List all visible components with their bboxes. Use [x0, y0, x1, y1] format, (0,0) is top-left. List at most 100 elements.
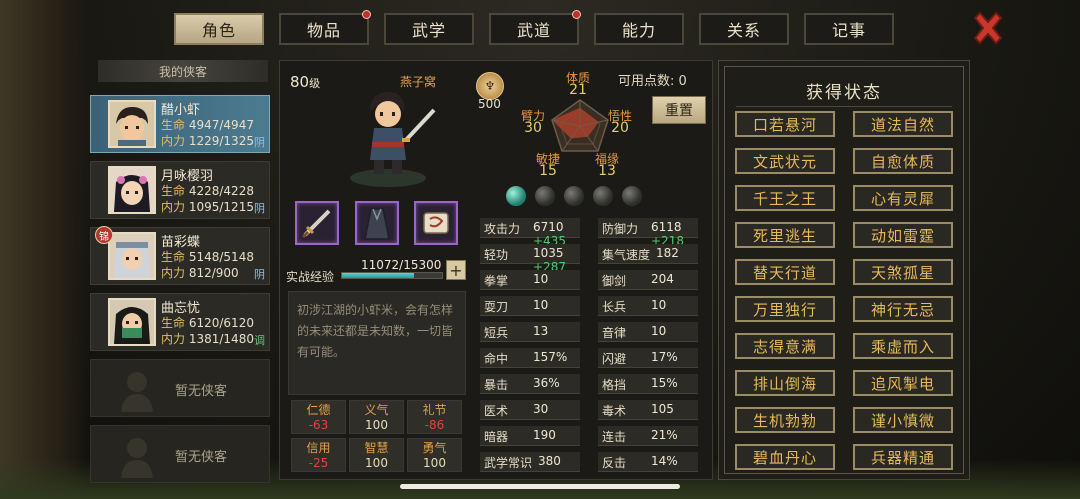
status-badge[interactable]: 兵器精通: [853, 444, 953, 470]
virtue-cell: 智慧 100: [349, 438, 404, 472]
status-badge[interactable]: 生机勃勃: [735, 407, 835, 433]
orb-filled-icon[interactable]: [505, 185, 527, 207]
stat-row: 医术 30: [480, 400, 580, 420]
character-description: 初涉江湖的小虾米，会有怎样的未来还都是未知数，一切皆有可能。: [288, 291, 466, 395]
tab-relations[interactable]: 关系: [699, 13, 789, 45]
orb-empty-icon[interactable]: [563, 185, 585, 207]
status-badge[interactable]: 千王之王: [735, 185, 835, 211]
status-badge[interactable]: 动如雷霆: [853, 222, 953, 248]
close-x-icon[interactable]: [970, 10, 1006, 46]
hero-avatar: [108, 232, 156, 280]
equip-slot-armor[interactable]: [355, 201, 399, 245]
status-badge[interactable]: 追风掣电: [853, 370, 953, 396]
stat-value: 10: [533, 272, 549, 286]
mp-value: 1381/1480: [188, 332, 254, 346]
home-indicator[interactable]: [400, 484, 680, 489]
status-badge[interactable]: 心有灵犀: [853, 185, 953, 211]
reset-button[interactable]: 重置: [652, 96, 706, 124]
stat-row: 攻击力 6710 +435: [480, 218, 580, 248]
virtue-grid: 仁德 -63 义气 100 礼节 -86 信用 -25 智慧 100 勇气 100: [291, 400, 463, 474]
tab-martial-way[interactable]: 武道: [489, 10, 581, 45]
stat-value: 105: [651, 402, 674, 416]
status-badge[interactable]: 谨小慎微: [853, 407, 953, 433]
stat-key: 短兵: [484, 326, 509, 340]
stat-value: 36%: [533, 376, 560, 390]
stat-row: 拳掌 10: [480, 270, 580, 290]
empty-slot-label: 暂无侠客: [175, 450, 228, 465]
hp-value: 4947/4947: [188, 118, 254, 132]
exp-progress-fill: [342, 273, 415, 278]
stat-value: 10: [533, 298, 549, 312]
status-badge[interactable]: 替天行道: [735, 259, 835, 285]
stat-value: 380: [538, 454, 561, 468]
hp-value: 4228/4228: [188, 184, 254, 198]
stat-key: 集气速度: [602, 248, 651, 262]
orb-empty-icon[interactable]: [621, 185, 643, 207]
tab-abilities[interactable]: 能力: [594, 13, 684, 45]
status-badge[interactable]: 文武状元: [735, 148, 835, 174]
status-badge[interactable]: 死里逃生: [735, 222, 835, 248]
status-badge[interactable]: 排山倒海: [735, 370, 835, 396]
virtue-name: 礼节: [422, 403, 447, 417]
stat-row: 御剑 204: [598, 270, 698, 290]
stat-number: 6118: [651, 220, 682, 234]
orb-empty-icon[interactable]: [534, 185, 556, 207]
tab-items[interactable]: 物品: [279, 10, 371, 45]
hero-card[interactable]: 锦 苗彩蝶 生命 5148/5148 内力 812/900 阴: [90, 226, 270, 285]
sword-icon: [301, 209, 331, 239]
status-badge[interactable]: 万里独行: [735, 296, 835, 322]
equip-slot-accessory[interactable]: [414, 201, 458, 245]
stat-row: 连击 21%: [598, 426, 698, 446]
tab-role[interactable]: 角色: [174, 13, 264, 45]
stat-value: 10: [651, 324, 667, 338]
virtue-name: 勇气: [422, 441, 447, 455]
virtue-cell: 礼节 -86: [407, 400, 462, 434]
points-value: 0: [678, 74, 687, 89]
hero-mp: 内力 1381/1480: [161, 332, 254, 346]
hero-portrait-icon: [110, 300, 154, 344]
status-badge[interactable]: 口若悬河: [735, 111, 835, 137]
status-badge[interactable]: 志得意满: [735, 333, 835, 359]
stat-value: 157%: [533, 350, 568, 364]
radar-value-strength: 30: [524, 120, 542, 136]
hero-tag: 阴: [254, 268, 265, 281]
empty-hero-slot[interactable]: 暂无侠客: [90, 425, 270, 483]
stat-key: 闪避: [602, 352, 627, 366]
status-badge[interactable]: 神行无忌: [853, 296, 953, 322]
hero-card[interactable]: 醋小虾 生命 4947/4947 内力 1229/1325 阴: [90, 95, 270, 153]
hero-card[interactable]: 曲忘忧 生命 6120/6120 内力 1381/1480 调: [90, 293, 270, 351]
hero-portrait-icon: [110, 234, 154, 278]
stat-row: 武学常识 380: [480, 452, 580, 472]
status-badge[interactable]: 自愈体质: [853, 148, 953, 174]
orb-empty-icon[interactable]: [592, 185, 614, 207]
status-badge[interactable]: 道法自然: [853, 111, 953, 137]
character-level: 80级: [290, 73, 320, 91]
tab-martial-skills[interactable]: 武学: [384, 13, 474, 45]
stat-value: 21%: [651, 428, 678, 442]
tab-label: 能力: [621, 21, 656, 40]
tab-label: 武学: [411, 21, 446, 40]
empty-hero-slot[interactable]: 暂无侠客: [90, 359, 270, 417]
tab-label: 记事: [831, 21, 866, 40]
hero-avatar: [108, 166, 156, 214]
hero-portrait-icon: [110, 102, 154, 146]
virtue-cell: 仁德 -63: [291, 400, 346, 434]
hp-label: 生命: [161, 316, 186, 330]
stat-key: 音律: [602, 326, 627, 340]
status-badge[interactable]: 天煞孤星: [853, 259, 953, 285]
equip-slot-weapon[interactable]: [295, 201, 339, 245]
stat-value: 17%: [651, 350, 678, 364]
rank-value: 500: [478, 97, 501, 111]
mp-value: 1229/1325: [188, 134, 254, 148]
exp-add-button[interactable]: +: [446, 260, 466, 280]
stat-key: 耍刀: [484, 300, 509, 314]
stat-value: 13: [533, 324, 549, 338]
stat-value: 182: [656, 246, 679, 260]
hero-card[interactable]: 月咏樱羽 生命 4228/4228 内力 1095/1215 阴: [90, 161, 270, 219]
empty-silhouette-icon: [121, 372, 153, 412]
tab-journal[interactable]: 记事: [804, 13, 894, 45]
stat-key: 拳掌: [484, 274, 509, 288]
status-badge[interactable]: 碧血丹心: [735, 444, 835, 470]
status-badge[interactable]: 乘虚而入: [853, 333, 953, 359]
virtue-value: -25: [308, 456, 329, 470]
